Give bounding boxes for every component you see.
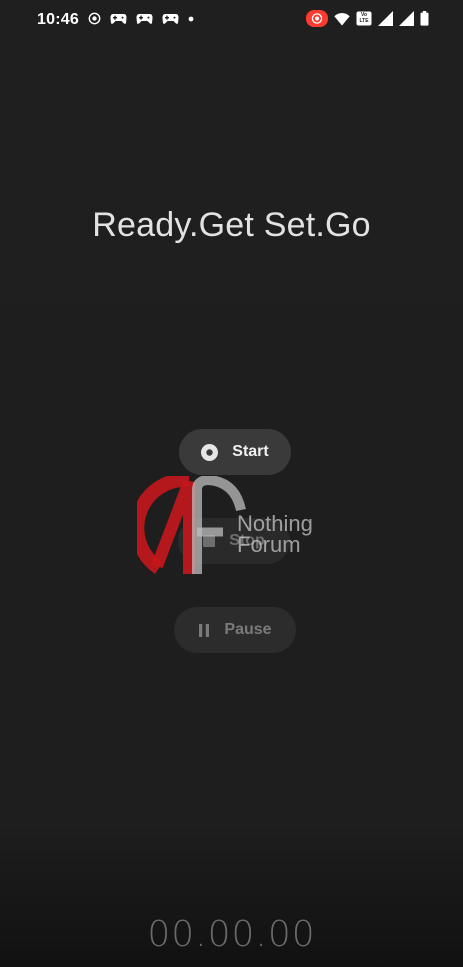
pause-icon xyxy=(199,623,210,637)
gamepad-icon xyxy=(110,14,127,24)
status-time: 10:46 xyxy=(37,11,79,28)
wifi-icon xyxy=(334,12,350,25)
stop-icon xyxy=(203,535,216,547)
start-button[interactable]: Start xyxy=(179,429,291,475)
status-bar: 10:46 Vo LTE xyxy=(0,0,463,40)
screen: 10:46 Vo LTE Ready.Get Set.Go Start Stop… xyxy=(0,0,463,967)
volte-icon: Vo LTE xyxy=(356,11,372,26)
battery-icon xyxy=(420,11,429,26)
signal-icon xyxy=(399,11,414,26)
start-button-label: Start xyxy=(232,443,269,460)
pause-button[interactable]: Pause xyxy=(174,607,296,653)
pause-button-label: Pause xyxy=(224,621,272,638)
gamepad-icon xyxy=(136,14,153,24)
stop-button-label: Stop xyxy=(229,532,265,549)
volte-label: Vo LTE xyxy=(359,12,369,24)
stop-button[interactable]: Stop xyxy=(178,518,290,564)
record-icon xyxy=(201,443,219,461)
screen-record-icon xyxy=(306,10,328,27)
record-icon xyxy=(88,12,101,25)
status-right-icons: Vo LTE xyxy=(306,10,429,27)
page-title: Ready.Get Set.Go xyxy=(92,206,371,244)
gamepad-icon xyxy=(162,14,179,24)
signal-icon xyxy=(378,11,393,26)
status-left-icons xyxy=(88,12,194,25)
elapsed-timer: 00.00.00 xyxy=(147,914,316,955)
dot-icon xyxy=(188,16,194,21)
